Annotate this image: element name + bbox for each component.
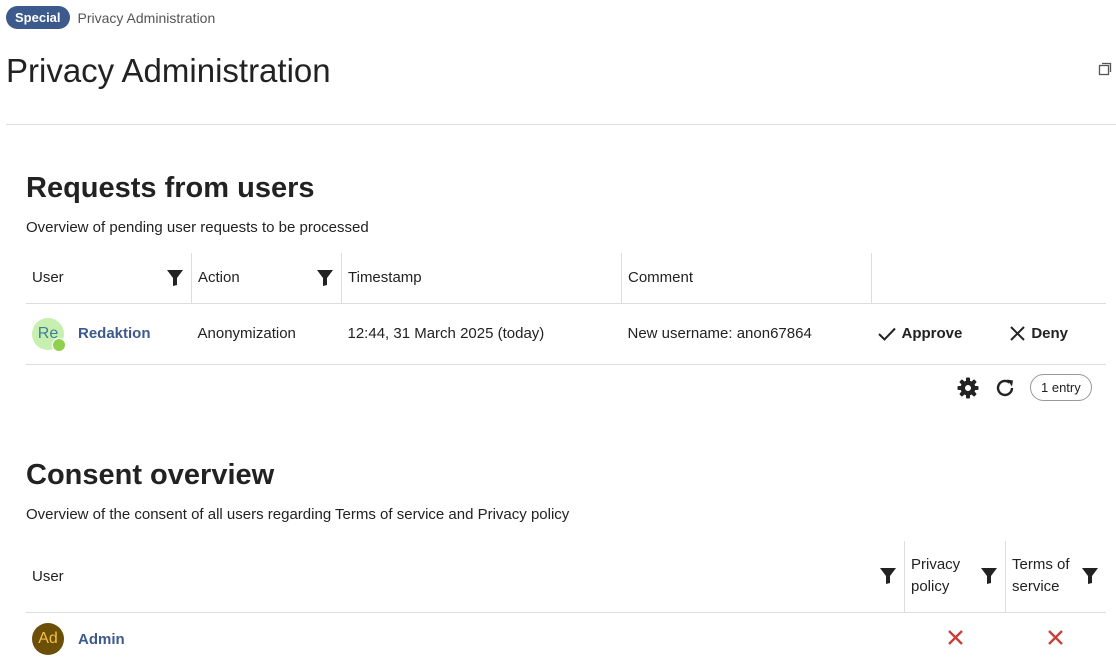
column-header-terms-of-service[interactable]: Terms of service [1005, 541, 1106, 612]
column-label-timestamp: Timestamp [348, 269, 422, 287]
requests-table: User Action Timestamp Comment Re Redakti… [26, 253, 1106, 365]
expand-icon[interactable] [1098, 62, 1112, 76]
requests-description: Overview of pending user requests to be … [26, 219, 369, 236]
close-icon [1048, 629, 1064, 645]
table-row: Re Redaktion Anonymization 12:44, 31 Mar… [26, 303, 1106, 364]
user-cell: Re Redaktion [32, 317, 186, 352]
column-label-comment: Comment [628, 269, 694, 287]
avatar: Re [32, 317, 66, 352]
deny-button[interactable]: Deny [1010, 325, 1068, 342]
avatar: Ad [32, 623, 64, 656]
requests-title: Requests from users [26, 172, 315, 204]
privacy-policy-status [905, 612, 1006, 666]
consent-table: User Privacy policy Terms of service Ad … [26, 541, 1106, 666]
action-cell: Anonymization [197, 325, 296, 342]
column-header-comment[interactable]: Comment [621, 253, 872, 303]
title-divider [6, 124, 1116, 125]
breadcrumb-current: Privacy Administration [77, 9, 216, 26]
page-title: Privacy Administration [6, 52, 331, 89]
close-icon [1010, 326, 1026, 341]
filter-icon[interactable] [879, 567, 897, 585]
table-row: Ad Admin [26, 612, 1106, 666]
column-label-user: User [32, 567, 64, 585]
approve-button[interactable]: Approve [877, 325, 963, 342]
close-icon [947, 629, 963, 645]
user-link[interactable]: Admin [78, 631, 125, 648]
column-header-timestamp[interactable]: Timestamp [341, 253, 622, 303]
requests-header-row: User Action Timestamp Comment [26, 253, 1106, 303]
terms-of-service-status [1006, 612, 1107, 666]
online-status-dot [52, 337, 66, 352]
consent-title: Consent overview [26, 459, 275, 491]
column-header-privacy-policy[interactable]: Privacy policy [904, 541, 1006, 612]
gear-icon[interactable] [956, 376, 980, 400]
entry-count: 1 entry [1030, 374, 1092, 401]
filter-icon[interactable] [980, 567, 998, 585]
filter-icon[interactable] [316, 269, 334, 287]
column-label-user: User [32, 269, 64, 287]
comment-cell: New username: anon67864 [627, 325, 812, 342]
avatar-initials: Ad [38, 630, 58, 648]
approve-label: Approve [901, 325, 963, 342]
check-icon [877, 327, 896, 341]
user-link[interactable]: Redaktion [78, 325, 151, 342]
consent-header-row: User Privacy policy Terms of service [26, 541, 1106, 612]
column-header-action[interactable]: Action [191, 253, 342, 303]
special-badge[interactable]: Special [6, 6, 70, 29]
column-header-user[interactable]: User [26, 253, 192, 303]
timestamp-cell: 12:44, 31 March 2025 (today) [347, 325, 545, 342]
column-header-user[interactable]: User [26, 541, 905, 612]
filter-icon[interactable] [1081, 567, 1099, 585]
breadcrumb: Special Privacy Administration [6, 6, 215, 29]
column-label-action: Action [198, 269, 240, 287]
deny-label: Deny [1031, 325, 1069, 342]
consent-description: Overview of the consent of all users reg… [26, 506, 570, 523]
requests-toolbar: 1 entry [956, 374, 1092, 401]
user-cell: Ad Admin [32, 623, 899, 656]
refresh-icon[interactable] [994, 377, 1016, 399]
filter-icon[interactable] [166, 269, 184, 287]
column-header-actions [871, 253, 1106, 303]
